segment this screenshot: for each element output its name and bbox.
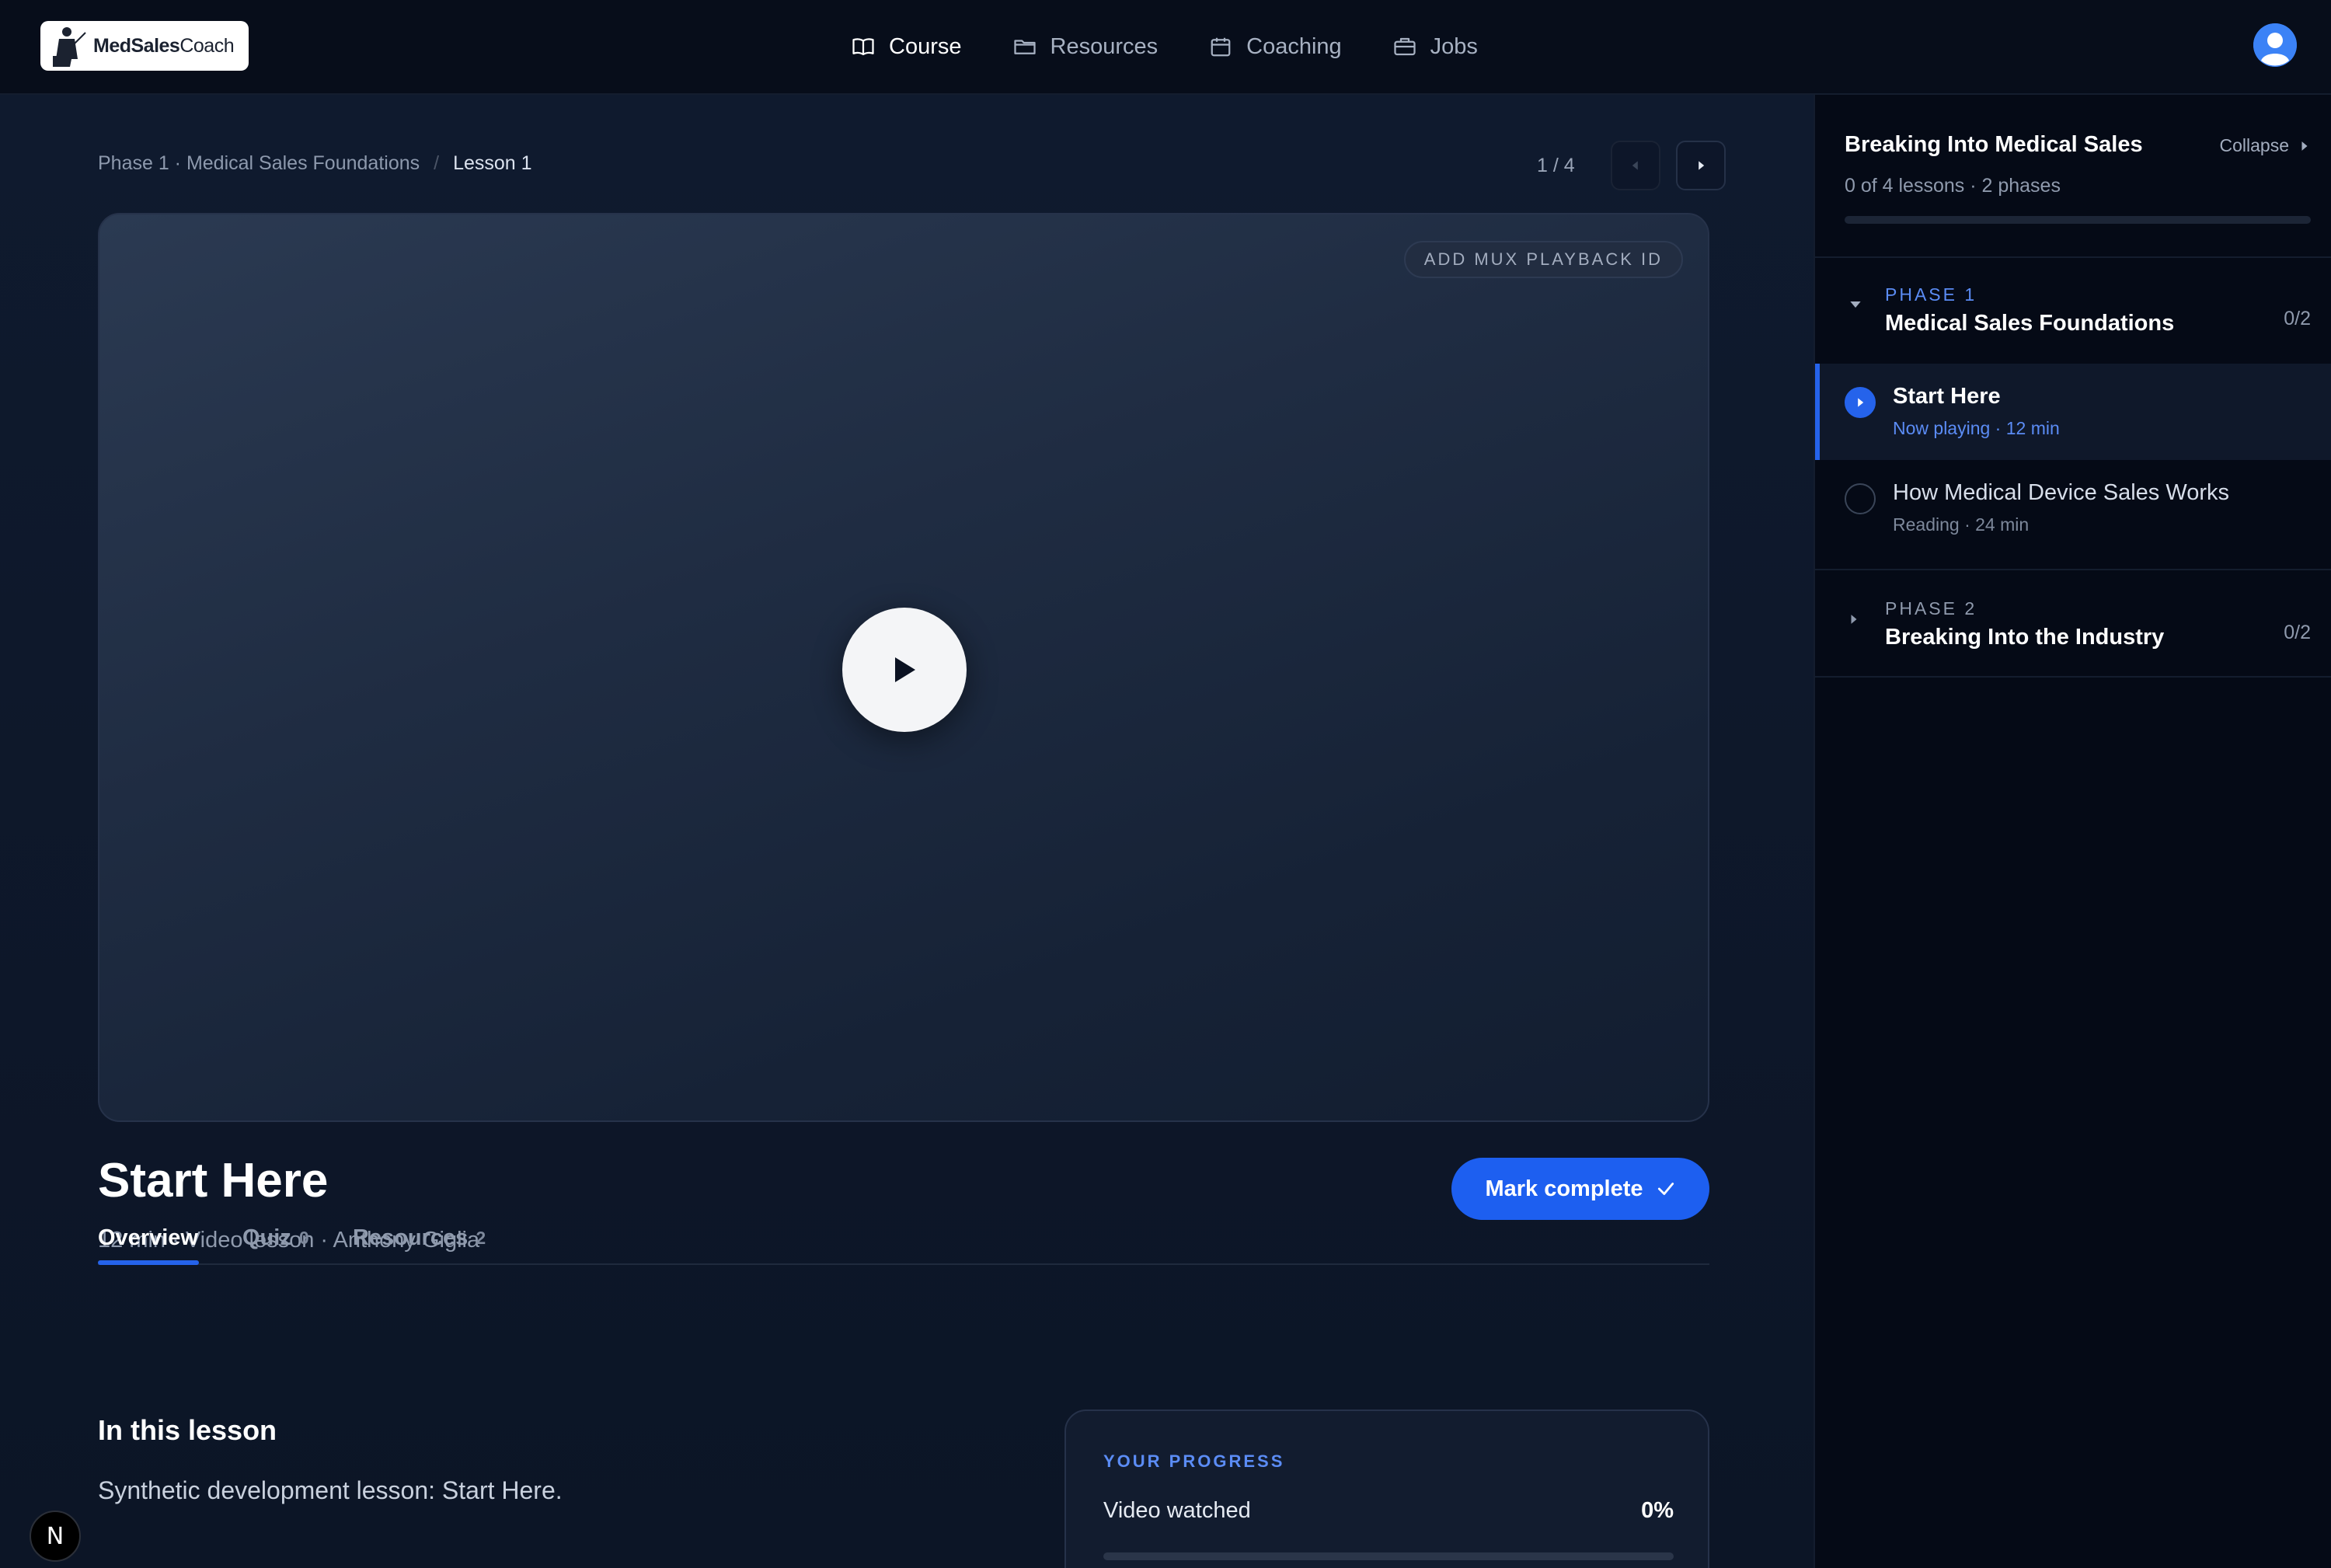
mark-complete-label: Mark complete xyxy=(1485,1176,1643,1201)
user-avatar[interactable] xyxy=(2253,23,2297,67)
sidebar-divider xyxy=(1815,569,2331,570)
incomplete-circle-icon xyxy=(1845,483,1876,514)
play-icon xyxy=(895,657,915,682)
progress-card: YOUR PROGRESS Video watched 0% xyxy=(1064,1409,1709,1568)
sidebar-lesson-name: How Medical Device Sales Works xyxy=(1893,480,2229,505)
now-playing-icon xyxy=(1845,387,1876,418)
phase-2-header[interactable]: PHASE 2 Breaking Into the Industry 0/2 xyxy=(1815,572,2331,674)
dev-tools-badge[interactable]: N xyxy=(30,1511,81,1562)
sidebar-lesson-start-here[interactable]: Start Here Now playing · 12 min xyxy=(1815,364,2331,460)
lesson-pager: 1 / 4 xyxy=(1537,140,1726,191)
chevron-right-icon xyxy=(1851,615,1857,624)
phase-2-label: PHASE 2 xyxy=(1885,598,1977,618)
course-sidebar: Breaking Into Medical Sales 0 of 4 lesso… xyxy=(1814,95,2331,1568)
chevron-down-icon xyxy=(1850,301,1861,308)
top-navbar: MedSalesCoach Course Resources Coaching … xyxy=(0,0,2331,95)
phase-2-count: 0/2 xyxy=(2284,622,2311,643)
briefcase-icon xyxy=(1394,37,1416,56)
nav-coaching[interactable]: Coaching xyxy=(1209,26,1342,67)
collapse-sidebar-button[interactable]: Collapse xyxy=(2220,135,2310,156)
check-icon xyxy=(1657,1183,1674,1195)
book-icon xyxy=(852,38,874,56)
phase-1-header[interactable]: PHASE 1 Medical Sales Foundations 0/2 xyxy=(1815,258,2331,361)
nav-course-label: Course xyxy=(889,33,962,59)
tab-overview[interactable]: Overview xyxy=(98,1212,198,1263)
chevron-right-icon xyxy=(1698,161,1704,170)
sidebar-lesson-sub: Now playing · 12 min xyxy=(1893,418,2060,438)
previous-lesson-button[interactable] xyxy=(1610,141,1660,190)
collapse-label: Collapse xyxy=(2219,135,2290,155)
video-watched-bar xyxy=(1103,1552,1674,1560)
chevron-right-icon xyxy=(2301,141,2308,151)
tab-resources-count: 2 xyxy=(476,1227,486,1248)
lesson-counter: 1 / 4 xyxy=(1537,154,1575,176)
user-icon xyxy=(2253,23,2297,67)
breadcrumb-separator: / xyxy=(434,152,440,174)
overview-body: Synthetic development lesson: Start Here… xyxy=(98,1476,563,1504)
tab-resources[interactable]: Resources 2 xyxy=(353,1212,486,1263)
nav-jobs[interactable]: Jobs xyxy=(1393,26,1478,67)
course-progress-bar xyxy=(1845,216,2311,224)
nav-coaching-label: Coaching xyxy=(1246,33,1342,59)
video-watched-value: 0% xyxy=(1641,1498,1674,1523)
chevron-left-icon xyxy=(1632,161,1638,170)
nav-resources[interactable]: Resources xyxy=(1013,26,1159,67)
folder-icon xyxy=(1013,40,1036,54)
calendar-icon xyxy=(1211,37,1231,57)
breadcrumb: Phase 1 · Medical Sales Foundations / Le… xyxy=(98,152,532,175)
video-watched-label: Video watched xyxy=(1103,1498,1251,1523)
sidebar-divider xyxy=(1815,676,2331,678)
course-progress-summary: 0 of 4 lessons · 2 phases xyxy=(1845,175,2061,197)
sidebar-lesson-device-sales[interactable]: How Medical Device Sales Works Reading ·… xyxy=(1815,460,2331,556)
video-watched-row: Video watched 0% xyxy=(1103,1498,1674,1524)
phase-1-label: PHASE 1 xyxy=(1885,284,1977,305)
sidebar-lesson-name: Start Here xyxy=(1893,384,2001,409)
main-nav: Course Resources Coaching Jobs xyxy=(852,26,1529,67)
tab-overview-label: Overview xyxy=(98,1225,198,1250)
tab-quiz-count: 0 xyxy=(298,1227,309,1248)
play-button[interactable] xyxy=(842,608,967,732)
video-player[interactable]: ADD MUX PLAYBACK ID xyxy=(98,213,1709,1122)
mux-playback-badge: ADD MUX PLAYBACK ID xyxy=(1403,241,1683,278)
nav-course[interactable]: Course xyxy=(852,26,962,67)
overview-heading: In this lesson xyxy=(98,1414,277,1446)
lesson-tabs: Overview Quiz 0 Resources 2 xyxy=(98,1212,1709,1360)
phase-2-name: Breaking Into the Industry xyxy=(1885,625,2165,650)
active-tab-indicator xyxy=(98,1260,199,1265)
presenter-logo-icon xyxy=(51,25,87,67)
tabs-divider xyxy=(98,1263,1709,1265)
mark-complete-button[interactable]: Mark complete xyxy=(1451,1158,1709,1220)
nav-resources-label: Resources xyxy=(1050,33,1159,59)
brand-name: MedSalesCoach xyxy=(93,34,235,57)
lesson-title: Start Here xyxy=(98,1154,329,1207)
tab-quiz-label: Quiz xyxy=(242,1225,291,1250)
tab-quiz[interactable]: Quiz 0 xyxy=(242,1212,309,1263)
nav-jobs-label: Jobs xyxy=(1430,33,1478,59)
progress-card-label: YOUR PROGRESS xyxy=(1103,1451,1285,1471)
breadcrumb-phase-link[interactable]: Phase 1 · Medical Sales Foundations xyxy=(98,152,420,175)
sidebar-lesson-sub: Reading · 24 min xyxy=(1893,514,2030,535)
breadcrumb-current: Lesson 1 xyxy=(453,152,532,174)
tab-resources-label: Resources xyxy=(353,1225,469,1250)
phase-1-name: Medical Sales Foundations xyxy=(1885,311,2175,336)
next-lesson-button[interactable] xyxy=(1675,141,1726,190)
brand-logo[interactable]: MedSalesCoach xyxy=(40,21,249,71)
phase-1-count: 0/2 xyxy=(2284,308,2311,329)
